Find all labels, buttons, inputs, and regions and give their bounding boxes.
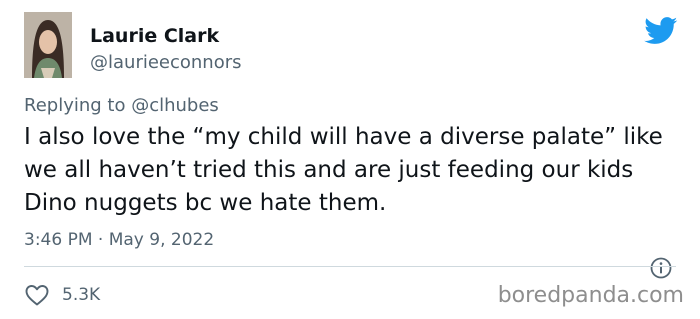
- reply-context: Replying to @clhubes: [24, 95, 219, 116]
- like-count: 5.3K: [62, 285, 101, 305]
- user-handle[interactable]: @laurieeconnors: [90, 51, 242, 75]
- reply-prefix: Replying to: [24, 95, 132, 116]
- watermark: boredpanda.com: [497, 283, 684, 308]
- like-action[interactable]: 5.3K: [24, 283, 100, 307]
- reply-mention-link[interactable]: @clhubes: [131, 95, 219, 116]
- display-name[interactable]: Laurie Clark: [90, 24, 242, 48]
- author-block: Laurie Clark @laurieeconnors: [90, 24, 242, 75]
- info-icon[interactable]: [649, 256, 673, 280]
- heart-icon[interactable]: [24, 283, 50, 307]
- twitter-bird-icon[interactable]: [644, 17, 678, 45]
- tweet-timestamp[interactable]: 3:46 PM · May 9, 2022: [24, 230, 214, 250]
- divider: [24, 266, 676, 267]
- tweet-text: I also love the “my child will have a di…: [24, 124, 663, 216]
- avatar[interactable]: [24, 12, 72, 78]
